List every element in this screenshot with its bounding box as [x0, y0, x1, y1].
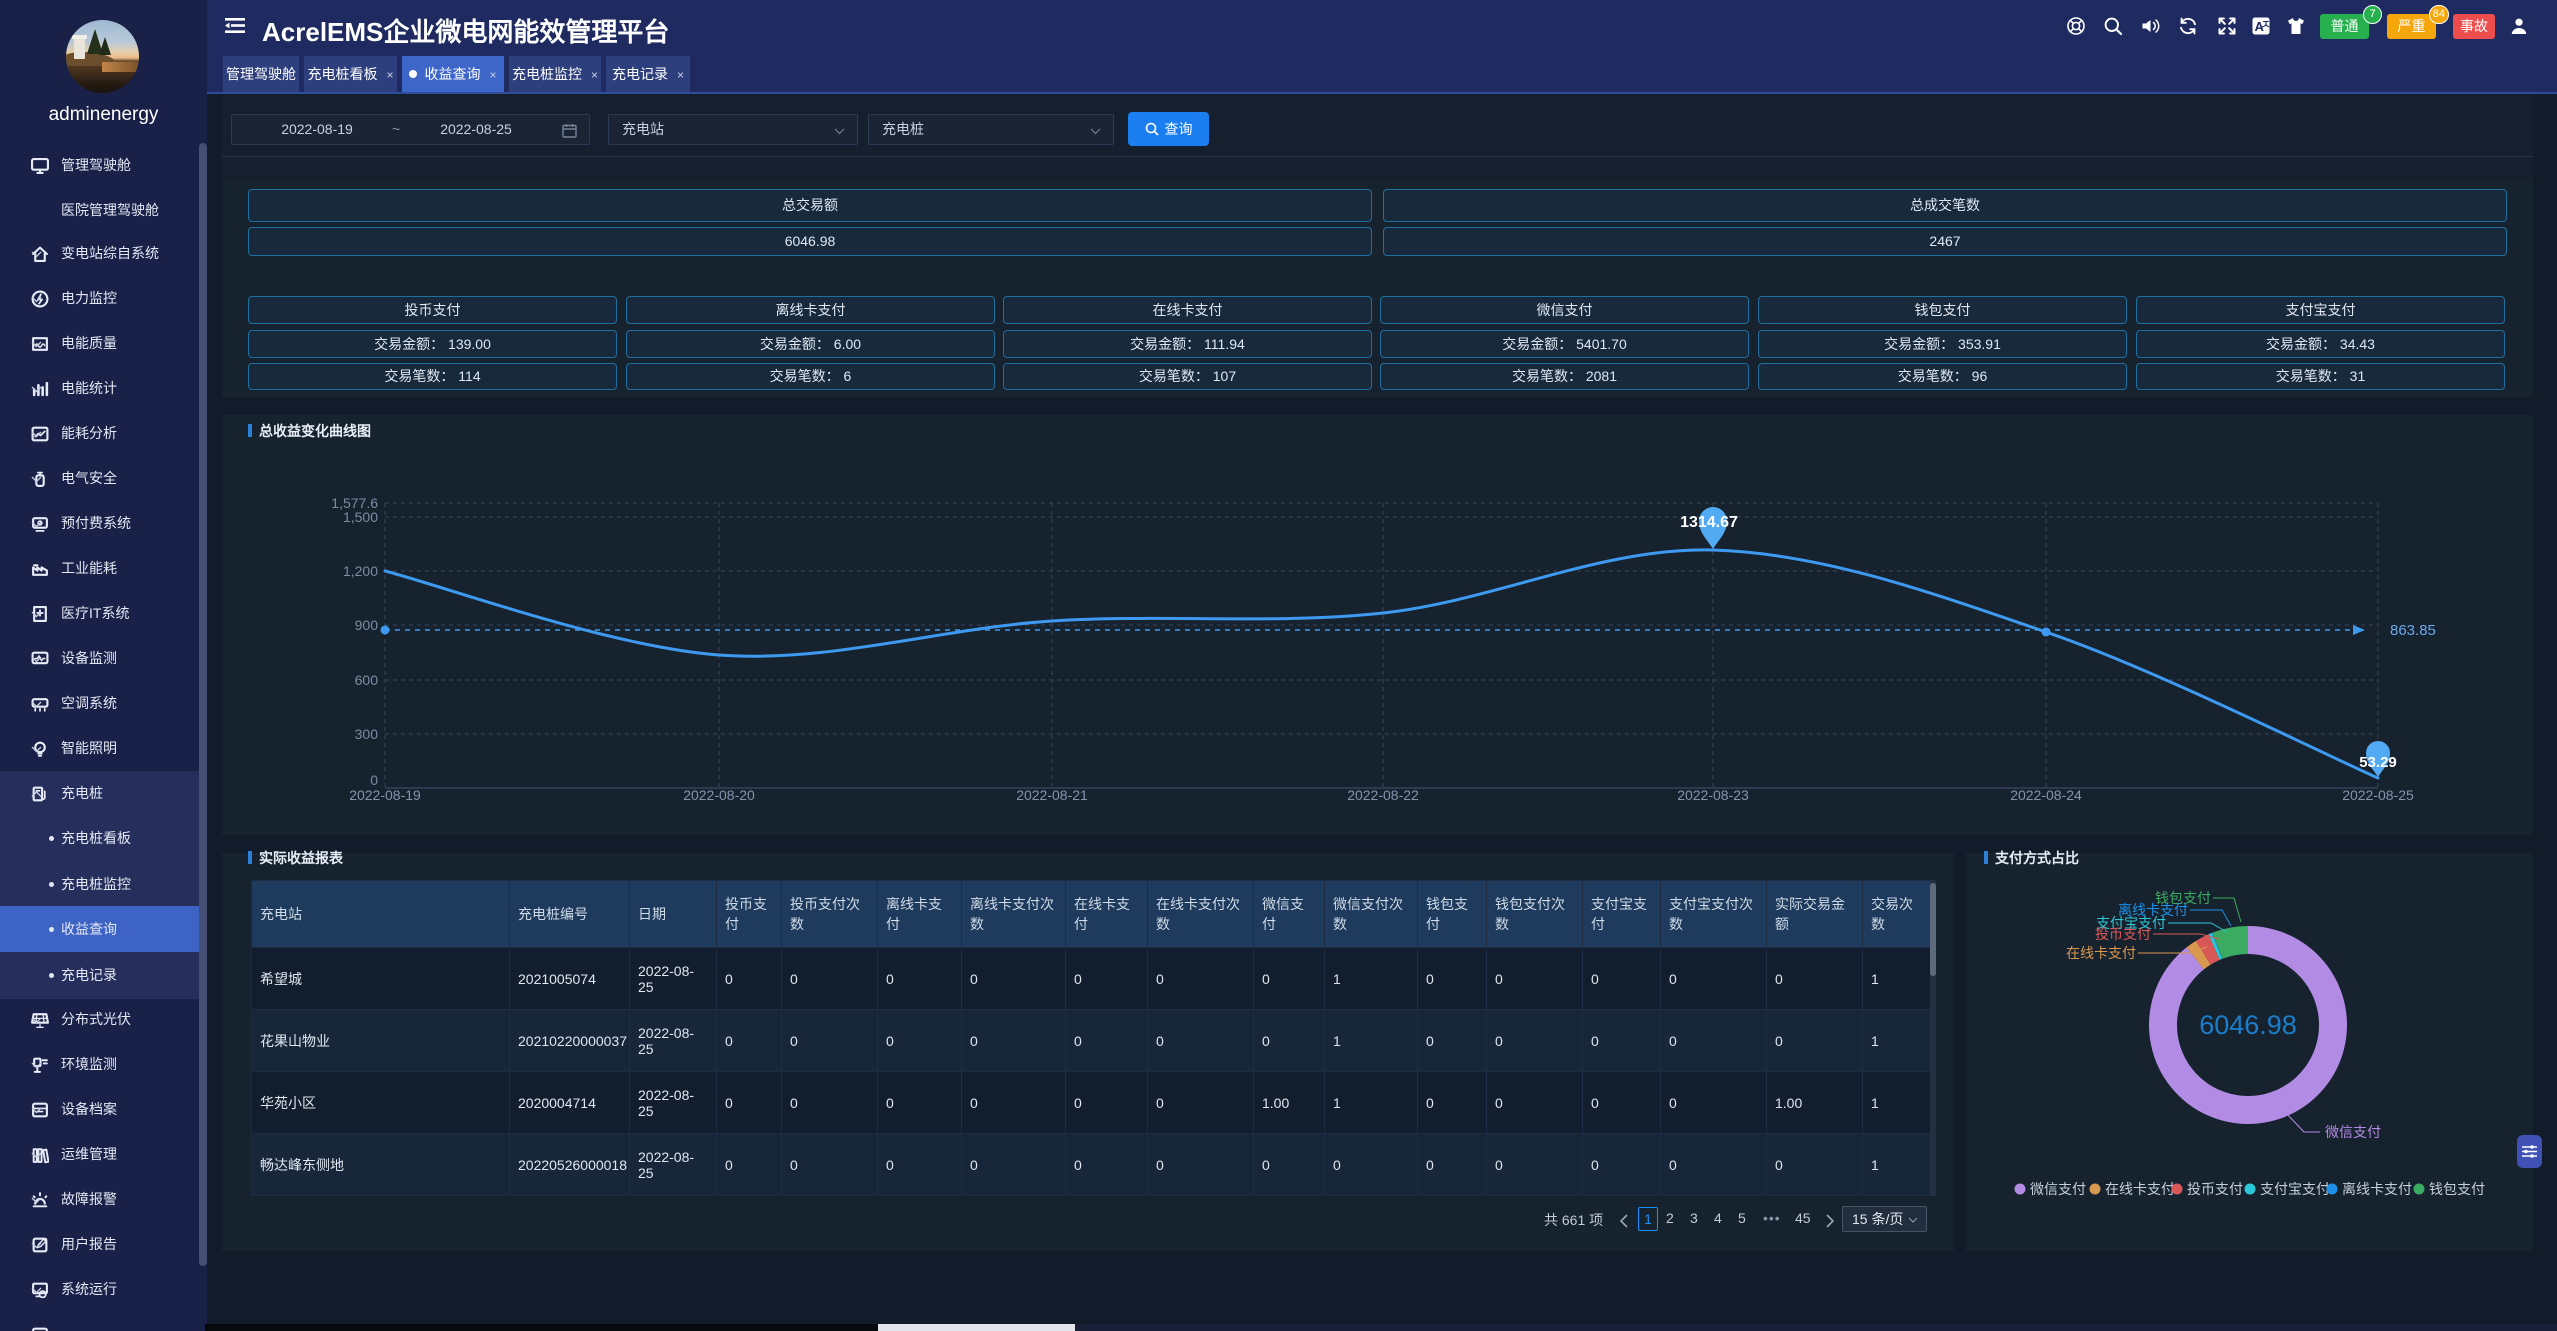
svg-text:2022-08-21: 2022-08-21: [1016, 787, 1088, 803]
svg-text:离线卡支付: 离线卡支付: [2342, 1181, 2412, 1197]
svg-text:1314.67: 1314.67: [1680, 514, 1738, 531]
svg-text:投币支付: 投币支付: [2095, 926, 2151, 942]
svg-text:钱包支付: 钱包支付: [2429, 1181, 2485, 1197]
svg-text:2022-08-25: 2022-08-25: [2342, 787, 2414, 803]
svg-text:2022-08-24: 2022-08-24: [2010, 787, 2082, 803]
svg-text:2022-08-20: 2022-08-20: [683, 787, 755, 803]
svg-text:投币支付: 投币支付: [2187, 1181, 2243, 1197]
svg-text:微信支付: 微信支付: [2030, 1181, 2086, 1197]
svg-text:900: 900: [355, 617, 379, 633]
svg-text:863.85: 863.85: [2390, 622, 2436, 639]
svg-text:在线卡支付: 在线卡支付: [2105, 1181, 2175, 1197]
svg-text:600: 600: [355, 672, 379, 688]
svg-text:1,200: 1,200: [343, 563, 378, 579]
svg-text:微信支付: 微信支付: [2325, 1124, 2381, 1140]
svg-text:1,500: 1,500: [343, 509, 378, 525]
svg-text:0: 0: [370, 772, 378, 788]
svg-text:2022-08-23: 2022-08-23: [1677, 787, 1749, 803]
svg-text:在线卡支付: 在线卡支付: [2066, 945, 2136, 961]
svg-text:300: 300: [355, 726, 379, 742]
svg-text:2022-08-22: 2022-08-22: [1347, 787, 1419, 803]
svg-text:53.29: 53.29: [2359, 754, 2397, 771]
svg-text:6046.98: 6046.98: [2199, 1010, 2297, 1040]
svg-text:2022-08-19: 2022-08-19: [349, 787, 421, 803]
svg-text:支付宝支付: 支付宝支付: [2260, 1181, 2330, 1197]
